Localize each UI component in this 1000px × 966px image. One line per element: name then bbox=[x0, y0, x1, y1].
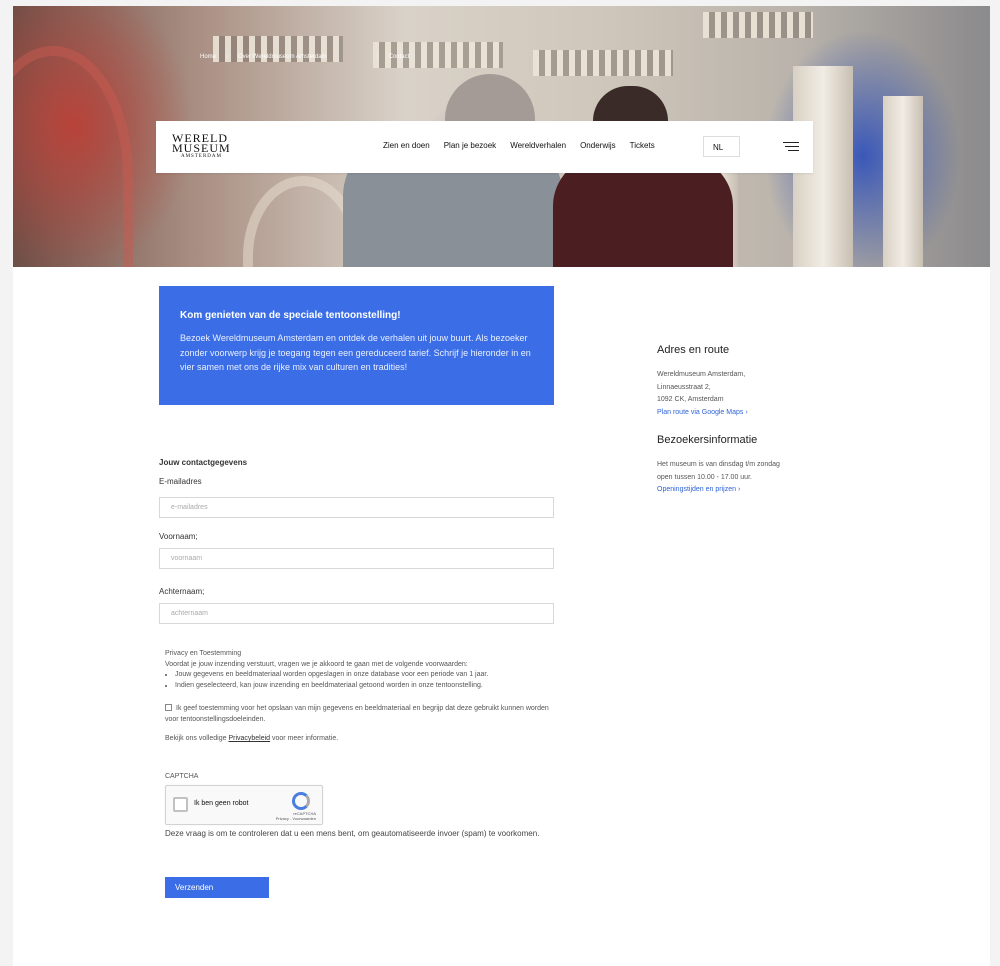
consent-text: Ik geef toestemming voor het opslaan van… bbox=[165, 705, 549, 723]
email-label: E-mailadres bbox=[159, 477, 202, 486]
promo-banner: Kom genieten van de speciale tentoonstel… bbox=[159, 286, 554, 405]
lastname-field[interactable]: achternaam bbox=[159, 603, 554, 624]
nav-item-tickets[interactable]: Tickets bbox=[630, 141, 655, 150]
recaptcha-checkbox[interactable] bbox=[173, 797, 188, 812]
address-title: Adres en route bbox=[657, 344, 730, 356]
firstname-label: Voornaam; bbox=[159, 532, 198, 541]
recaptcha-text: Ik ben geen robot bbox=[194, 800, 249, 807]
privacy-bullet: Jouw gegevens en beeldmateriaal worden o… bbox=[175, 670, 565, 681]
museum-logo[interactable]: WERELD MUSEUM AMSTERDAM bbox=[172, 132, 231, 160]
privacy-policy-link[interactable]: Privacybeleid bbox=[228, 735, 270, 742]
breadcrumb-home[interactable]: Home bbox=[200, 54, 216, 60]
hamburger-menu-icon[interactable] bbox=[781, 142, 799, 154]
nav-menu: Zien en doen Plan je bezoek Wereldverhal… bbox=[383, 141, 655, 150]
breadcrumb-current: Contact bbox=[388, 54, 410, 60]
nav-item-zien-en-doen[interactable]: Zien en doen bbox=[383, 141, 430, 150]
captcha-note: Deze vraag is om te controleren dat u ee… bbox=[165, 829, 540, 838]
sidebar: Adres en route Wereldmuseum Amsterdam, L… bbox=[657, 344, 797, 497]
nav-item-wereldverhalen[interactable]: Wereldverhalen bbox=[510, 141, 566, 150]
consent-checkbox[interactable] bbox=[165, 704, 172, 711]
email-field[interactable]: e-mailadres bbox=[159, 497, 554, 518]
contact-section-title: Jouw contactgegevens bbox=[159, 458, 248, 467]
nav-item-onderwijs[interactable]: Onderwijs bbox=[580, 141, 616, 150]
breadcrumb-about[interactable]: Over Wereldmuseum Amsterdam bbox=[238, 54, 327, 60]
hero-image: Home › Over Wereldmuseum Amsterdam › Con… bbox=[13, 6, 990, 267]
nav-item-plan-je-bezoek[interactable]: Plan je bezoek bbox=[444, 141, 496, 150]
page: Home › Over Wereldmuseum Amsterdam › Con… bbox=[13, 6, 990, 966]
address-line: Linnaeusstraat 2, bbox=[657, 383, 711, 391]
firstname-field[interactable]: voornaam bbox=[159, 548, 554, 569]
promo-title: Kom genieten van de speciale tentoonstel… bbox=[180, 310, 401, 321]
lastname-label: Achternaam; bbox=[159, 587, 205, 596]
recaptcha-terms[interactable]: Privacy - Voorwaarden bbox=[276, 816, 316, 821]
privacy-policy-line: Bekijk ons volledige Privacybeleid voor … bbox=[165, 735, 339, 742]
promo-text: Bezoek Wereldmuseum Amsterdam en ontdek … bbox=[180, 333, 531, 372]
main-nav: WERELD MUSEUM AMSTERDAM Zien en doen Pla… bbox=[156, 121, 813, 173]
address-line: 1092 CK, Amsterdam bbox=[657, 396, 724, 403]
opening-hours-link[interactable]: Openingstijden en prijzen › bbox=[657, 484, 797, 497]
visitor-info-title: Bezoekersinformatie bbox=[657, 434, 758, 446]
captcha-label: CAPTCHA bbox=[165, 773, 199, 780]
recaptcha-widget: Ik ben geen robot reCAPTCHA Privacy - Vo… bbox=[165, 785, 323, 825]
visitor-info-text: Het museum is van dinsdag t/m zondag ope… bbox=[657, 461, 780, 481]
privacy-bullet: Indien geselecteerd, kan jouw inzending … bbox=[175, 681, 565, 692]
language-select[interactable]: NL bbox=[703, 136, 740, 157]
submit-button[interactable]: Verzenden bbox=[165, 877, 269, 898]
recaptcha-logo-icon bbox=[292, 792, 310, 810]
privacy-intro: Voordat je jouw inzending verstuurt, vra… bbox=[165, 660, 468, 668]
address-line: Wereldmuseum Amsterdam, bbox=[657, 371, 746, 378]
breadcrumb: Home › Over Wereldmuseum Amsterdam › Con… bbox=[200, 54, 410, 60]
route-link[interactable]: Plan route via Google Maps › bbox=[657, 407, 797, 420]
privacy-title: Privacy en Toestemming bbox=[165, 650, 242, 657]
consent-row: Ik geef toestemming voor het opslaan van… bbox=[165, 703, 550, 725]
privacy-section: Privacy en Toestemming Voordat je jouw i… bbox=[165, 649, 565, 691]
